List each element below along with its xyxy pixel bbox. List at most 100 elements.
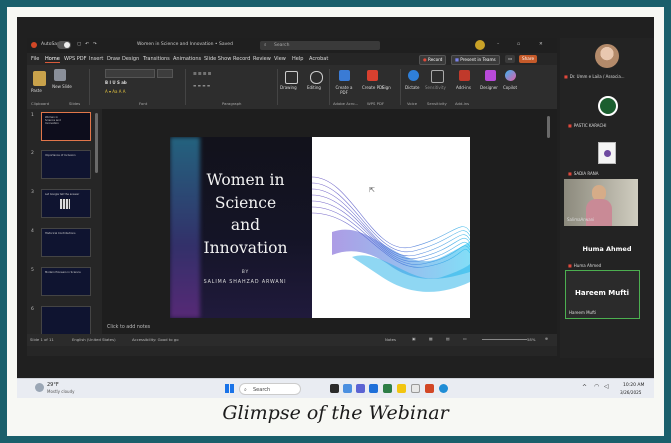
app-icon[interactable] <box>411 384 420 393</box>
dictate-label: Dictate <box>405 85 420 90</box>
minimize-icon[interactable]: – <box>497 42 499 47</box>
font-color-icon[interactable]: A ▾ Aa A A <box>105 89 126 94</box>
powerpoint-taskbar-icon[interactable] <box>425 384 434 393</box>
current-slide[interactable]: Women in Science and Innovation BY SALIM… <box>170 137 470 318</box>
add-ins-icon[interactable] <box>459 70 470 81</box>
active-speaker-tile[interactable]: Hareem Mufti Hareem Mufti <box>565 270 640 319</box>
dictate-icon[interactable] <box>408 70 419 81</box>
tab-design[interactable]: Design <box>122 56 139 62</box>
tab-view[interactable]: View <box>274 56 286 62</box>
language-status[interactable]: English (United States) <box>72 337 116 342</box>
app-icon[interactable] <box>383 384 392 393</box>
notes-button[interactable]: Notes <box>385 337 396 342</box>
slide-thumbnail[interactable]: Historical Contributions <box>41 228 91 257</box>
qr-code-icon <box>60 199 70 209</box>
tab-insert[interactable]: Insert <box>89 56 103 62</box>
slide-thumbnail[interactable]: Women in Science and Innovation <box>41 112 91 141</box>
share-button[interactable]: Share <box>519 55 538 63</box>
weather-icon[interactable] <box>35 383 44 392</box>
tab-acrobat[interactable]: Acrobat <box>309 56 328 62</box>
chrome-icon[interactable] <box>369 384 378 393</box>
weather-description[interactable]: Mostly cloudy <box>47 389 75 394</box>
ribbon-separator <box>277 69 278 105</box>
paste-icon[interactable] <box>33 71 46 86</box>
slideshow-icon[interactable]: ▭ <box>463 336 467 341</box>
tab-file[interactable]: File <box>31 56 39 62</box>
teams-taskbar-icon[interactable] <box>356 384 365 393</box>
show-hidden-icons[interactable]: ^ <box>582 384 587 391</box>
slide-thumbnail[interactable]: Let Google tell the answer <box>41 189 91 218</box>
comments-icon[interactable]: ▭ <box>505 55 515 63</box>
notes-pane[interactable]: Click to add notes <box>102 323 557 334</box>
slide-thumbnail[interactable] <box>41 306 91 335</box>
volume-icon[interactable]: ◁ <box>604 383 609 390</box>
clock-time[interactable]: 10:20 AM <box>623 383 644 388</box>
group-slides: Slides <box>69 101 81 106</box>
font-name-dropdown[interactable] <box>105 69 155 78</box>
autosave-toggle[interactable] <box>57 41 71 49</box>
present-in-teams-button[interactable]: ■ Present in Teams <box>451 55 500 65</box>
sensitivity-icon[interactable] <box>431 70 444 83</box>
photo-frame: AutoSave ▢ ↶ ↷ Women in Science and Inno… <box>0 0 671 443</box>
search-input[interactable]: ⌕ Search <box>260 41 380 50</box>
zoom-slider[interactable] <box>482 339 527 340</box>
slide-scrollbar[interactable] <box>547 116 550 138</box>
thumbnail-scrollbar[interactable] <box>95 113 98 173</box>
save-icon[interactable]: ▢ <box>77 42 81 47</box>
tab-wps-pdf[interactable]: WPS PDF <box>64 56 86 62</box>
normal-view-icon[interactable]: ▣ <box>412 336 416 341</box>
tab-help[interactable]: Help <box>292 56 303 62</box>
wps-pdf-icon[interactable] <box>367 70 378 81</box>
participant-name: Huma Ahmed <box>582 245 632 253</box>
task-view-icon[interactable] <box>330 384 339 393</box>
editing-icon[interactable] <box>310 71 323 84</box>
tab-review[interactable]: Review <box>253 56 271 62</box>
tab-draw[interactable]: Draw <box>107 56 120 62</box>
avatar[interactable] <box>475 40 485 50</box>
align-icon[interactable]: ≡ ≡ ≡ ≡ <box>193 83 210 88</box>
thumb-number: 5 <box>31 268 34 273</box>
slide-sorter-icon[interactable]: ▦ <box>429 336 433 341</box>
abstract-wave-image <box>312 176 470 292</box>
group-voice: Voice <box>407 101 418 106</box>
ribbon-separator <box>89 69 90 105</box>
close-icon[interactable]: ✕ <box>539 42 543 47</box>
accessibility-status[interactable]: Accessibility: Good to go <box>132 337 179 342</box>
drawing-icon[interactable] <box>285 71 298 84</box>
fit-slide-icon[interactable]: ⊕ <box>545 336 548 341</box>
frame-inner: AutoSave ▢ ↶ ↷ Women in Science and Inno… <box>7 7 664 436</box>
create-pdf-icon[interactable] <box>339 70 350 81</box>
designer-icon[interactable] <box>485 70 496 81</box>
windows-taskbar: 29°F Mostly cloudy ⌕ Search ^ ◠ ◁ 10:20 … <box>17 378 654 398</box>
video-tile[interactable]: SalimaArwani <box>564 179 638 226</box>
maximize-icon[interactable]: ▫ <box>517 42 520 47</box>
new-slide-icon[interactable] <box>54 69 66 81</box>
tab-animations[interactable]: Animations <box>173 56 201 62</box>
file-explorer-icon[interactable] <box>397 384 406 393</box>
start-icon[interactable] <box>225 384 234 393</box>
bold-icon[interactable]: B I U S ab <box>105 80 127 85</box>
slide-thumbnail[interactable]: Importance of Inclusion <box>41 150 91 179</box>
reading-view-icon[interactable]: ▤ <box>446 336 450 341</box>
copilot-icon[interactable] <box>505 70 516 81</box>
tab-record[interactable]: Record <box>233 56 250 62</box>
tab-home[interactable]: Home <box>45 56 60 63</box>
tab-transitions[interactable]: Transitions <box>143 56 170 62</box>
taskbar-search[interactable]: ⌕ Search <box>239 383 301 395</box>
record-button[interactable]: ● Record <box>419 55 447 65</box>
weather-temperature[interactable]: 29°F <box>47 382 59 388</box>
network-icon[interactable]: ◠ <box>594 383 599 390</box>
clock-date[interactable]: 3/26/2025 <box>620 390 641 395</box>
undo-icon[interactable]: ↶ <box>85 42 89 47</box>
font-size-dropdown[interactable] <box>157 69 173 78</box>
app-icon[interactable] <box>439 384 448 393</box>
tab-slide-show[interactable]: Slide Show <box>204 56 231 62</box>
slide-author: SALIMA SHAHZAD ARWANI <box>203 280 287 285</box>
create-pdf-label: Create PDF <box>362 85 385 90</box>
slide-thumbnail[interactable]: Modern Pioneers in Science <box>41 267 91 296</box>
zoom-level[interactable]: 58% <box>527 337 535 342</box>
sign-label: Sign <box>382 85 391 90</box>
edge-icon[interactable] <box>343 384 352 393</box>
redo-icon[interactable]: ↷ <box>93 42 97 47</box>
bullets-icon[interactable]: ☰ ☰ ☰ ☰ <box>193 71 211 76</box>
